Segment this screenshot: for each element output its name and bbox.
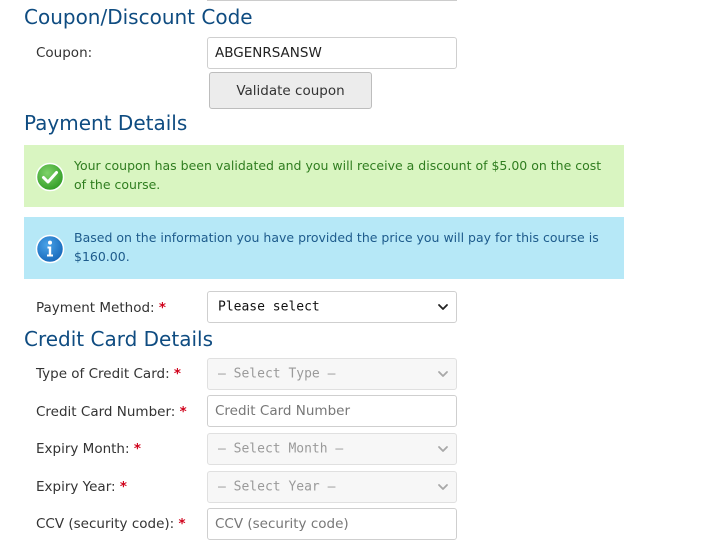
card-type-label-text: Type of Credit Card: <box>36 366 170 382</box>
expiry-month-selected-value: – Select Month – <box>218 441 344 457</box>
card-number-label: Credit Card Number: * <box>36 404 187 420</box>
credit-card-section-title: Credit Card Details <box>24 327 213 351</box>
chevron-down-icon <box>438 446 448 452</box>
card-type-selected-value: – Select Type – <box>218 366 336 382</box>
payment-method-select[interactable]: Please select <box>207 291 457 323</box>
expiry-month-label-text: Expiry Month: <box>36 441 130 457</box>
required-marker: * <box>133 441 141 457</box>
required-marker: * <box>178 516 186 532</box>
coupon-section-title: Coupon/Discount Code <box>24 5 253 29</box>
coupon-success-alert: Your coupon has been validated and you w… <box>24 145 624 207</box>
expiry-year-selected-value: – Select Year – <box>218 479 336 495</box>
info-circle-icon <box>35 234 65 264</box>
ccv-label-text: CCV (security code): <box>36 516 175 532</box>
required-marker: * <box>179 404 187 420</box>
chevron-down-icon <box>438 371 448 377</box>
validate-coupon-button[interactable]: Validate coupon <box>209 72 372 109</box>
expiry-year-label: Expiry Year: * <box>36 479 127 495</box>
expiry-month-label: Expiry Month: * <box>36 441 141 457</box>
coupon-input[interactable] <box>207 37 457 69</box>
top-divider <box>207 0 457 1</box>
required-marker: * <box>173 366 181 382</box>
ccv-label: CCV (security code): * <box>36 516 186 532</box>
expiry-year-label-text: Expiry Year: <box>36 479 116 495</box>
payment-method-selected-value: Please select <box>218 299 320 315</box>
payment-method-label: Payment Method: * <box>36 300 166 316</box>
card-type-label: Type of Credit Card: * <box>36 366 181 382</box>
payment-section-title: Payment Details <box>24 111 188 135</box>
check-circle-icon <box>35 162 65 192</box>
info-alert-text: Based on the information you have provid… <box>74 230 599 264</box>
expiry-month-select[interactable]: – Select Month – <box>207 433 457 465</box>
chevron-down-icon <box>438 304 448 310</box>
ccv-input[interactable] <box>207 508 457 540</box>
required-marker: * <box>158 300 166 316</box>
card-number-input[interactable] <box>207 395 457 427</box>
expiry-year-select[interactable]: – Select Year – <box>207 471 457 503</box>
payment-method-label-text: Payment Method: <box>36 300 155 316</box>
card-number-label-text: Credit Card Number: <box>36 404 176 420</box>
card-type-select[interactable]: – Select Type – <box>207 358 457 390</box>
price-info-alert: Based on the information you have provid… <box>24 217 624 279</box>
coupon-label: Coupon: <box>36 45 93 61</box>
chevron-down-icon <box>438 484 448 490</box>
required-marker: * <box>119 479 127 495</box>
success-alert-text: Your coupon has been validated and you w… <box>74 158 602 192</box>
